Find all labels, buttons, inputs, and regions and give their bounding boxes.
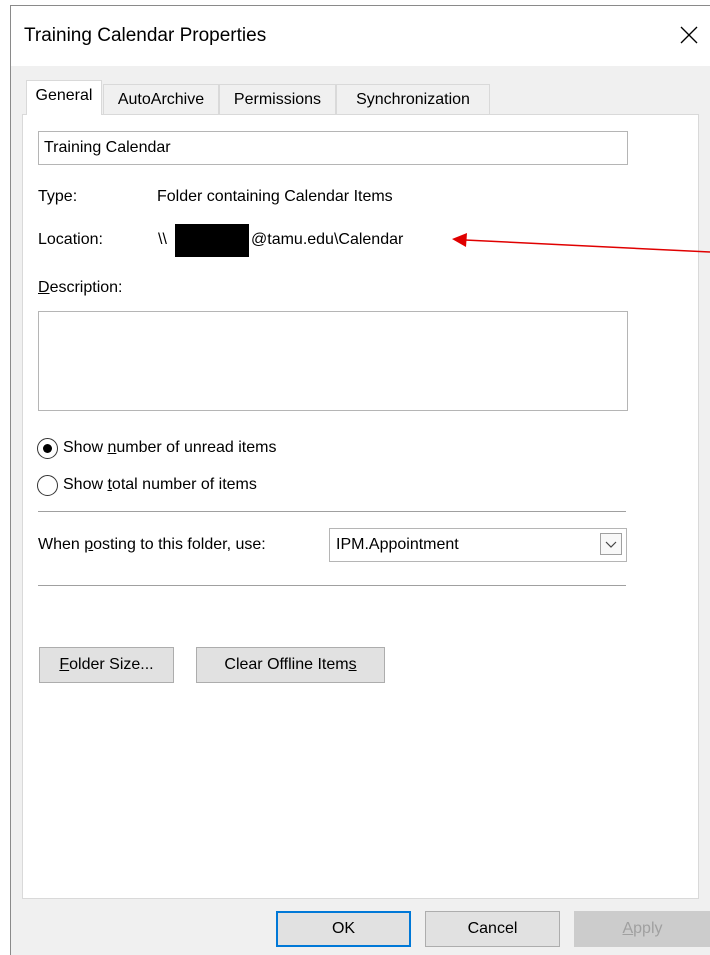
type-value: Folder containing Calendar Items <box>157 188 393 205</box>
divider-top <box>38 511 626 512</box>
posting-form-value: IPM.Appointment <box>336 536 459 553</box>
ok-button[interactable]: OK <box>276 911 411 947</box>
chevron-down-icon <box>605 541 617 548</box>
close-icon <box>680 26 698 44</box>
redacted-username <box>175 224 249 257</box>
dialog-title: Training Calendar Properties <box>24 25 267 46</box>
radio-show-unread[interactable]: Show number of unread items <box>37 435 276 461</box>
clear-offline-items-button[interactable]: Clear Offline Items <box>196 647 385 683</box>
tab-permissions[interactable]: Permissions <box>219 84 336 114</box>
radio-button-checked[interactable] <box>37 437 58 459</box>
description-field[interactable] <box>38 311 628 411</box>
radio-button-unchecked[interactable] <box>37 474 58 496</box>
location-prefix: \\ <box>158 231 167 248</box>
posting-form-select[interactable]: IPM.Appointment <box>329 528 627 562</box>
description-label: Description: <box>38 279 123 296</box>
divider-bottom <box>38 585 626 586</box>
radio-show-total-label: Show total number of items <box>63 476 257 493</box>
type-label: Type: <box>38 188 78 205</box>
close-button[interactable] <box>674 20 704 50</box>
properties-dialog: Training Calendar Properties General Aut… <box>10 5 710 955</box>
tab-autoarchive[interactable]: AutoArchive <box>103 84 219 114</box>
general-panel: Type: Folder containing Calendar Items L… <box>22 114 699 899</box>
radio-show-total[interactable]: Show total number of items <box>37 472 257 498</box>
cancel-button[interactable]: Cancel <box>425 911 560 947</box>
location-suffix: @tamu.edu\Calendar <box>251 231 404 248</box>
tab-synchronization[interactable]: Synchronization <box>336 84 490 114</box>
tab-general[interactable]: General <box>26 80 102 115</box>
folder-size-button[interactable]: Folder Size... <box>39 647 174 683</box>
dropdown-button[interactable] <box>600 533 622 555</box>
radio-show-unread-label: Show number of unread items <box>63 439 277 456</box>
folder-name-input[interactable] <box>38 131 628 165</box>
posting-label: When posting to this folder, use: <box>38 536 266 553</box>
title-bar: Training Calendar Properties <box>11 6 710 66</box>
location-label: Location: <box>38 231 103 248</box>
apply-button[interactable]: Apply <box>574 911 710 947</box>
